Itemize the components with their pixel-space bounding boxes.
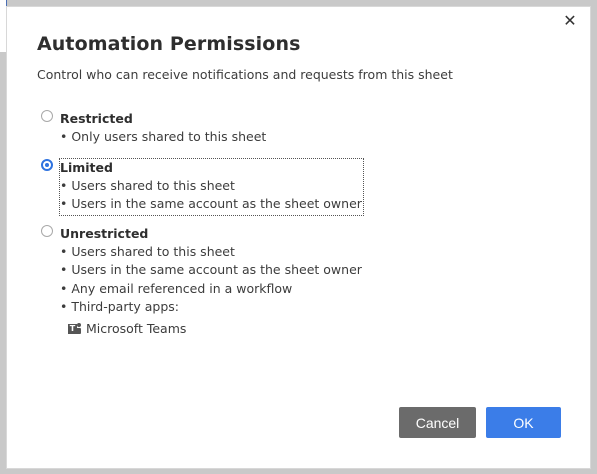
dialog-subtitle: Control who can receive notifications an… bbox=[37, 67, 453, 82]
option-bullet: • Users in the same account as the sheet… bbox=[60, 196, 362, 212]
radio-restricted[interactable] bbox=[41, 110, 53, 122]
ok-button[interactable]: OK bbox=[486, 407, 561, 438]
option-bullet: • Users shared to this sheet bbox=[60, 244, 235, 259]
option-bullet: • Third-party apps: bbox=[60, 299, 180, 315]
option-label: Limited bbox=[60, 160, 113, 175]
option-bullet: • Only users shared to this sheet bbox=[60, 129, 267, 144]
option-restricted-body: Restricted • Only users shared to this s… bbox=[60, 110, 266, 146]
radio-limited[interactable] bbox=[41, 159, 53, 171]
microsoft-teams-icon: T bbox=[68, 322, 81, 335]
option-limited-body: Limited • Users shared to this sheet • U… bbox=[59, 158, 364, 216]
option-unrestricted-body: Unrestricted • Users shared to this shee… bbox=[60, 225, 362, 338]
third-party-app-item: T Microsoft Teams bbox=[60, 320, 362, 338]
close-icon[interactable]: ✕ bbox=[560, 11, 580, 31]
option-bullet: • Users shared to this sheet bbox=[60, 178, 235, 193]
radio-unrestricted[interactable] bbox=[41, 225, 53, 237]
option-label: Restricted bbox=[60, 111, 133, 126]
cancel-button[interactable]: Cancel bbox=[399, 407, 476, 438]
automation-permissions-dialog: ✕ Automation Permissions Control who can… bbox=[6, 6, 591, 469]
option-bullet: • Users in the same account as the sheet… bbox=[60, 262, 362, 278]
dialog-title: Automation Permissions bbox=[37, 33, 301, 55]
option-label: Unrestricted bbox=[60, 226, 149, 241]
app-name: Microsoft Teams bbox=[86, 320, 187, 336]
option-bullet: • Any email referenced in a workflow bbox=[60, 280, 293, 296]
